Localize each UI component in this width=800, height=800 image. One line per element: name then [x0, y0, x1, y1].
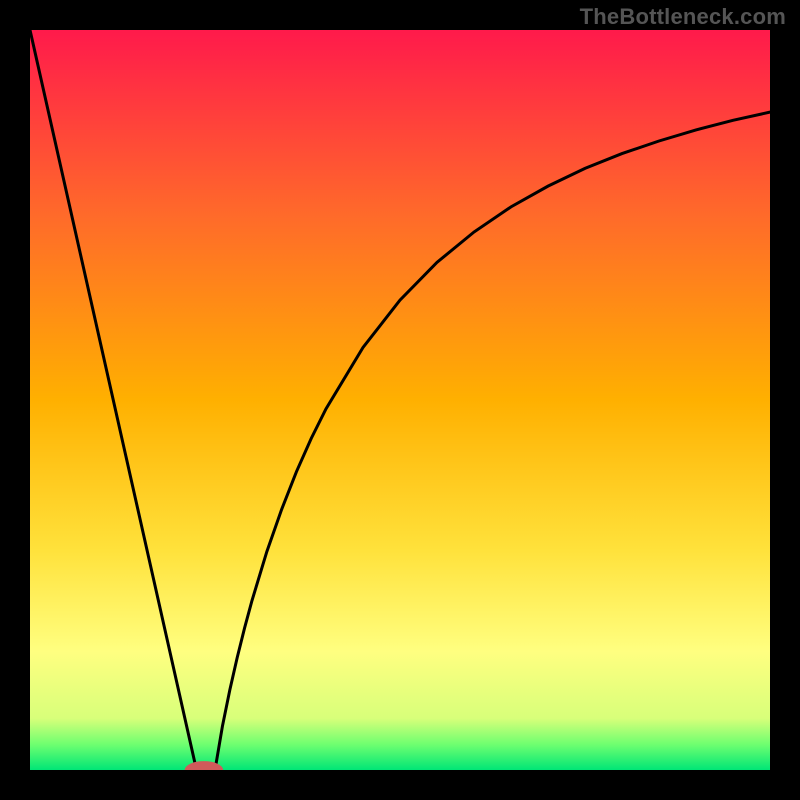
watermark-text: TheBottleneck.com — [580, 4, 786, 30]
bottleneck-chart — [30, 30, 770, 770]
chart-frame: TheBottleneck.com — [0, 0, 800, 800]
